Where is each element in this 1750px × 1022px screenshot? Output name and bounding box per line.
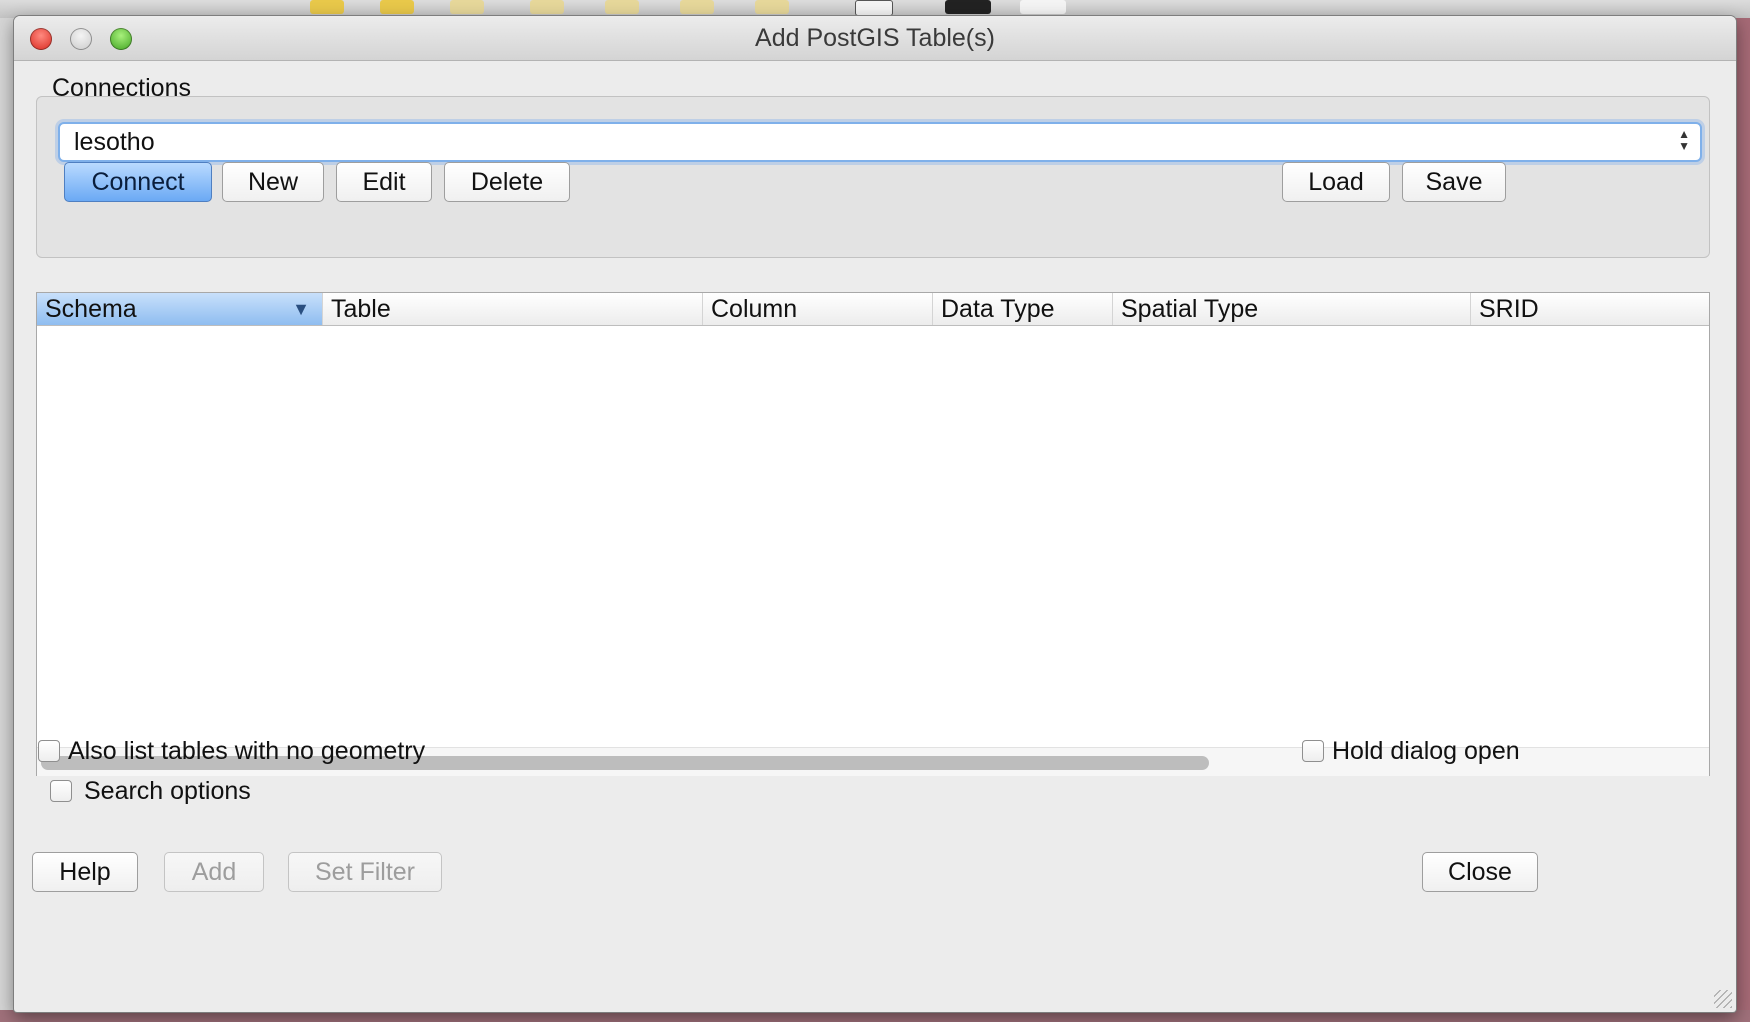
column-header-schema[interactable]: Schema ▼ — [37, 293, 323, 325]
set-filter-button[interactable]: Set Filter — [288, 852, 442, 892]
connection-select[interactable]: lesotho ▲ ▼ — [58, 122, 1702, 162]
background-panel — [0, 18, 14, 1022]
background-map — [1735, 18, 1750, 1022]
background-tool-icon — [530, 0, 564, 14]
background-tool-icon — [945, 0, 991, 14]
background-tool-icon — [605, 0, 639, 14]
column-header-table[interactable]: Table — [323, 293, 703, 325]
close-button[interactable]: Close — [1422, 852, 1538, 892]
add-button[interactable]: Add — [164, 852, 264, 892]
new-button[interactable]: New — [222, 162, 324, 202]
search-options-checkbox[interactable] — [50, 780, 72, 802]
column-header-srid[interactable]: SRID — [1471, 293, 1709, 325]
help-button[interactable]: Help — [32, 852, 138, 892]
title-bar: Add PostGIS Table(s) — [14, 16, 1736, 61]
select-arrows-icon: ▲ ▼ — [1678, 127, 1690, 153]
background-tool-icon — [450, 0, 484, 14]
edit-button[interactable]: Edit — [336, 162, 432, 202]
connect-button[interactable]: Connect — [64, 162, 212, 202]
connection-select-value: lesotho — [74, 128, 155, 156]
list-no-geometry-checkbox[interactable] — [38, 740, 60, 762]
hold-dialog-open-label: Hold dialog open — [1332, 737, 1520, 765]
background-tool-icon — [680, 0, 714, 14]
save-button[interactable]: Save — [1402, 162, 1506, 202]
background-tool-icon — [755, 0, 789, 14]
table-header: Schema ▼ Table Column Data Type Spatial … — [37, 293, 1709, 326]
background-tool-icon — [855, 0, 893, 16]
column-header-column[interactable]: Column — [703, 293, 933, 325]
tables-list[interactable]: Schema ▼ Table Column Data Type Spatial … — [36, 292, 1710, 776]
column-header-data-type[interactable]: Data Type — [933, 293, 1113, 325]
delete-button[interactable]: Delete — [444, 162, 570, 202]
list-no-geometry-label: Also list tables with no geometry — [68, 737, 426, 765]
load-button[interactable]: Load — [1282, 162, 1390, 202]
column-header-spatial-type[interactable]: Spatial Type — [1113, 293, 1471, 325]
background-tool-icon — [310, 0, 344, 14]
background-tool-icon — [380, 0, 414, 14]
column-header-label: Schema — [45, 295, 137, 323]
add-postgis-dialog: Add PostGIS Table(s) Connections lesotho… — [14, 16, 1736, 1012]
sort-descending-icon: ▼ — [292, 299, 310, 319]
search-options-label: Search options — [84, 777, 251, 805]
window-title: Add PostGIS Table(s) — [755, 24, 995, 52]
resize-grip-icon[interactable] — [1714, 990, 1732, 1008]
hold-dialog-open-checkbox[interactable] — [1302, 740, 1324, 762]
background-tool-icon — [1020, 0, 1066, 14]
